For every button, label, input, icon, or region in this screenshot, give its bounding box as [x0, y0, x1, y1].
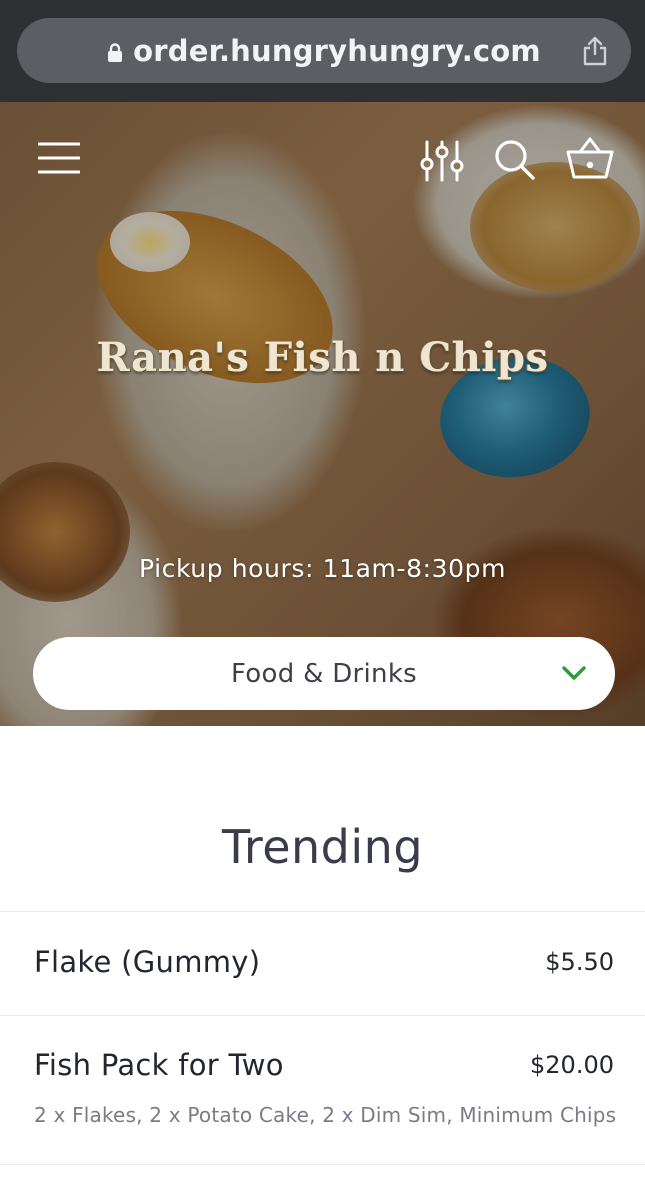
- item-description: 2 x Flakes, 2 x Potato Cake, 2 x Dim Sim…: [34, 1103, 617, 1127]
- restaurant-name: Rana's Fish n Chips: [96, 334, 549, 381]
- section-title: Trending: [221, 820, 424, 874]
- browser-bar: order.hungryhungry.com: [0, 0, 645, 102]
- item-price: $5.50: [545, 948, 614, 976]
- basket-icon[interactable]: [566, 136, 614, 180]
- hero-banner: Rana's Fish n Chips Pickup hours: 11am-8…: [0, 102, 645, 726]
- divider: [0, 1015, 645, 1016]
- hero-overlay: [0, 102, 645, 726]
- lock-icon: [108, 42, 123, 62]
- item-price: $20.00: [530, 1051, 614, 1079]
- divider: [0, 911, 645, 912]
- pickup-hours: Pickup hours: 11am-8:30pm: [138, 554, 507, 583]
- chevron-down-icon: [562, 666, 586, 680]
- search-icon[interactable]: [493, 138, 535, 180]
- share-icon[interactable]: [581, 36, 609, 66]
- item-name: Fish Pack for Two: [34, 1048, 284, 1082]
- url-text: order.hungryhungry.com: [133, 33, 541, 68]
- menu-icon[interactable]: [38, 142, 80, 174]
- category-select-value: Food & Drinks: [230, 658, 418, 689]
- filter-icon[interactable]: [420, 140, 464, 182]
- category-select[interactable]: Food & Drinks: [33, 637, 615, 710]
- address-bar[interactable]: order.hungryhungry.com: [17, 18, 631, 83]
- item-name: Flake (Gummy): [34, 945, 261, 979]
- divider: [0, 1164, 645, 1165]
